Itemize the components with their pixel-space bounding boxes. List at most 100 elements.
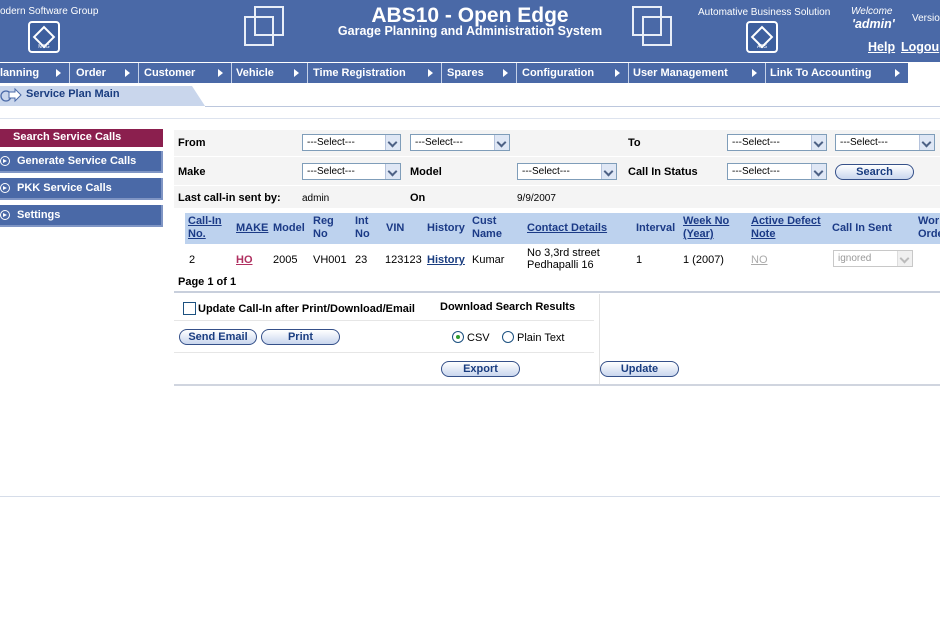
chevron-down-icon (385, 164, 400, 179)
sidebar-item-settings[interactable]: Settings (0, 205, 163, 227)
call-in-status-label: Call In Status (628, 166, 698, 178)
update-call-in-label: Update Call-In after Print/Download/Emai… (198, 303, 415, 315)
menu-planning[interactable]: lanning (0, 63, 70, 83)
col-work-order: WorOrde (918, 215, 940, 240)
to-label: To (628, 137, 641, 149)
from-select-1[interactable]: ---Select--- (302, 134, 401, 151)
app-header: odern Software Group MSG ABS10 - Open Ed… (0, 0, 940, 62)
logout-link[interactable]: Logou (901, 40, 939, 54)
chevron-right-icon (56, 69, 61, 77)
table-divider (174, 291, 940, 293)
sidebar-item-generate-service-calls[interactable]: Generate Service Calls (0, 151, 163, 173)
chevron-down-icon (385, 135, 400, 150)
current-user: 'admin' (852, 17, 895, 31)
history-link[interactable]: History (427, 254, 465, 266)
menu-configuration[interactable]: Configuration (518, 63, 629, 83)
last-sent-label: Last call-in sent by: (178, 192, 281, 204)
model-select[interactable]: ---Select--- (517, 163, 617, 180)
plain-text-radio[interactable] (502, 331, 514, 343)
content-divider (0, 118, 940, 119)
col-call-in-no[interactable]: Call-In No. (188, 215, 222, 241)
print-button[interactable]: Print (261, 329, 340, 345)
cell-int-no: 23 (355, 254, 368, 266)
actions-bottom-border (174, 384, 940, 386)
table-row: 2 HO 2005 VH001 23 123123 History Kumar … (185, 244, 940, 274)
to-select-2[interactable]: ---Select--- (835, 134, 935, 151)
menu-customer[interactable]: Customer (140, 63, 232, 83)
abs-caption: Automative Business Solution (698, 7, 831, 18)
chevron-right-icon (218, 69, 223, 77)
results-table-header: Call-In No. MAKE Model Reg No Int No VIN Hi… (185, 213, 940, 244)
col-cust-name: Cust Name (472, 215, 502, 240)
chevron-down-icon (811, 135, 826, 150)
chevron-down-icon (494, 135, 509, 150)
cell-week-no: 1 (2007) (683, 254, 724, 266)
cell-make-link[interactable]: HO (236, 254, 253, 266)
from-label: From (178, 137, 206, 149)
col-int-no: Int No (355, 215, 370, 240)
call-in-sent-select: ignored (833, 250, 913, 267)
chevron-right-icon (428, 69, 433, 77)
breadcrumb: Service Plan Main (26, 88, 120, 100)
col-vin: VIN (386, 222, 405, 234)
decorative-squares-right-icon (632, 6, 676, 50)
make-label: Make (178, 166, 206, 178)
chevron-down-icon (601, 164, 616, 179)
app-subtitle: Garage Planning and Administration Syste… (337, 24, 603, 38)
col-history: History (427, 222, 465, 234)
download-results-label: Download Search Results (440, 301, 576, 313)
col-model: Model (273, 222, 305, 234)
menu-user-management[interactable]: User Management (629, 63, 766, 83)
col-call-in-sent: Call In Sent (832, 222, 892, 234)
search-button[interactable]: Search (835, 164, 914, 180)
cell-reg-no: VH001 (313, 254, 347, 266)
update-call-in-checkbox[interactable] (183, 302, 196, 315)
abs-logo-icon: ABS (746, 21, 778, 53)
chevron-right-icon (503, 69, 508, 77)
sidebar-item-pkk-service-calls[interactable]: PKK Service Calls (0, 178, 163, 200)
arrow-circle-icon (0, 156, 10, 166)
arrow-circle-icon (0, 210, 10, 220)
chevron-down-icon (811, 164, 826, 179)
last-sent-value: admin (302, 193, 330, 204)
chevron-right-icon (895, 69, 900, 77)
send-email-button[interactable]: Send Email (179, 329, 257, 345)
version-text: Versio (912, 13, 940, 24)
cell-interval: 1 (636, 254, 643, 266)
to-select-1[interactable]: ---Select--- (727, 134, 827, 151)
cell-cust-name: Kumar (472, 254, 505, 266)
menu-time-registration[interactable]: Time Registration (309, 63, 442, 83)
on-label: On (410, 192, 426, 204)
col-contact-details[interactable]: Contact Details (527, 222, 607, 235)
call-in-status-select[interactable]: ---Select--- (727, 163, 827, 180)
page-footer-line (0, 496, 940, 497)
chevron-down-icon (897, 251, 912, 266)
update-button[interactable]: Update (600, 361, 679, 377)
col-active-defect-note[interactable]: Active Defect Note (751, 215, 821, 241)
menu-spares[interactable]: Spares (443, 63, 517, 83)
menu-order[interactable]: Order (72, 63, 139, 83)
menu-vehicle[interactable]: Vehicle (232, 63, 308, 83)
welcome-text: Welcome (851, 6, 893, 17)
cell-vin: 123123 (385, 254, 422, 266)
col-reg-no: Reg No (313, 215, 334, 240)
chevron-right-icon (294, 69, 299, 77)
breadcrumb-divider (205, 106, 940, 107)
sidebar-item-search-service-calls[interactable]: Search Service Calls (0, 129, 163, 147)
menu-link-to-accounting[interactable]: Link To Accounting (766, 63, 908, 83)
cell-model: 2005 (273, 254, 298, 266)
make-select[interactable]: ---Select--- (302, 163, 401, 180)
col-make[interactable]: MAKE (236, 222, 268, 235)
help-link[interactable]: Help (868, 40, 895, 54)
cell-call-in-no: 2 (189, 254, 196, 266)
from-select-2[interactable]: ---Select--- (410, 134, 510, 151)
csv-label: CSV (467, 332, 490, 344)
col-week-no[interactable]: Week No (Year) (683, 215, 729, 241)
csv-radio[interactable] (452, 331, 464, 343)
chevron-down-icon (919, 135, 934, 150)
model-label: Model (410, 166, 442, 178)
chevron-right-icon (125, 69, 130, 77)
cell-contact-details: No 3,3rd street Pedhapalli 16 (527, 247, 600, 271)
export-button[interactable]: Export (441, 361, 520, 377)
cell-defect-note-link[interactable]: NO (751, 254, 768, 266)
